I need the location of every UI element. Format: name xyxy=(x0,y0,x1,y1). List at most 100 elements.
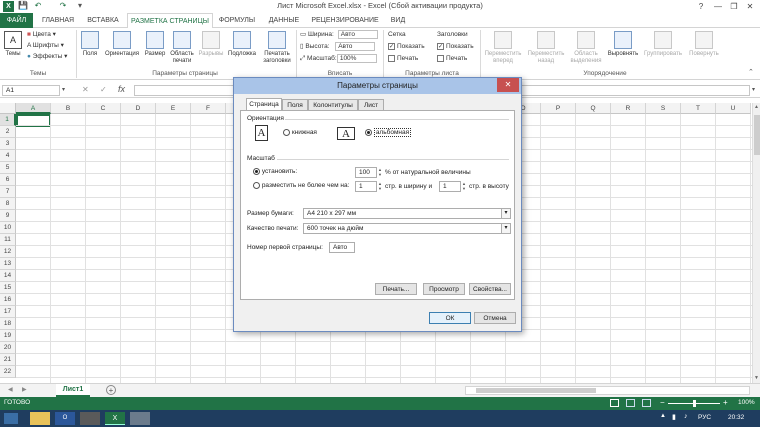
scale-set-radio[interactable]: установить: xyxy=(253,168,297,175)
column-header-d[interactable]: D xyxy=(121,103,156,114)
group-button[interactable]: Группировать xyxy=(642,31,684,58)
paper-size-select[interactable]: А4 210 x 297 мм ▾ xyxy=(303,208,511,219)
spinner-icon[interactable]: ▲ ▼ xyxy=(378,167,382,177)
spinner-icon[interactable]: ▲ ▼ xyxy=(378,181,382,191)
sheet-prev-icon[interactable]: ◀ xyxy=(8,386,13,393)
row-header-7[interactable]: 7 xyxy=(0,186,16,198)
chrome-icon[interactable] xyxy=(80,412,100,425)
column-header-e[interactable]: E xyxy=(156,103,191,114)
zoom-in-button[interactable]: + xyxy=(723,398,728,407)
scroll-down-icon[interactable]: ▼ xyxy=(754,375,759,381)
fonts-button[interactable]: A Шрифты ▾ xyxy=(27,41,64,51)
hscroll-thumb[interactable] xyxy=(476,388,596,393)
row-header-5[interactable]: 5 xyxy=(0,162,16,174)
cancel-button[interactable]: Отмена xyxy=(474,312,516,324)
scroll-thumb[interactable] xyxy=(754,115,760,155)
horizontal-scrollbar[interactable] xyxy=(465,386,750,395)
zoom-slider-thumb[interactable] xyxy=(693,400,696,407)
redo-icon[interactable]: ↷ xyxy=(58,1,68,12)
column-header-r[interactable]: R xyxy=(611,103,646,114)
clock[interactable]: 20:32 xyxy=(728,414,744,421)
spinner-icon[interactable]: ▲ ▼ xyxy=(462,181,466,191)
name-box[interactable]: A1 xyxy=(2,85,60,96)
column-header-q[interactable]: Q xyxy=(576,103,611,114)
column-header-t[interactable]: T xyxy=(681,103,716,114)
zoom-slider[interactable] xyxy=(668,400,720,407)
row-header-12[interactable]: 12 xyxy=(0,246,16,258)
bring-forward-button[interactable]: Переместить вперед xyxy=(482,31,524,65)
row-header-20[interactable]: 20 xyxy=(0,342,16,354)
row-header-17[interactable]: 17 xyxy=(0,306,16,318)
expand-formula-icon[interactable]: ▾ xyxy=(752,86,755,93)
row-header-16[interactable]: 16 xyxy=(0,294,16,306)
tab-formulas[interactable]: ФОРМУЛЫ xyxy=(216,13,258,28)
outlook-icon[interactable]: O xyxy=(55,412,75,425)
column-header-b[interactable]: B xyxy=(51,103,86,114)
gridlines-view-checkbox[interactable]: ✓ Показать xyxy=(388,42,425,52)
minimize-button[interactable]: — xyxy=(710,0,726,13)
fit-tall-input[interactable]: 1 xyxy=(439,181,461,192)
tab-insert[interactable]: ВСТАВКА xyxy=(82,13,124,28)
ok-button[interactable]: ОК xyxy=(429,312,471,324)
breaks-button[interactable]: Разрывы xyxy=(197,31,225,58)
print-button[interactable]: Печать... xyxy=(375,283,417,295)
row-header-10[interactable]: 10 xyxy=(0,222,16,234)
margins-button[interactable]: Поля xyxy=(78,31,102,58)
tab-view[interactable]: ВИД xyxy=(384,13,412,28)
headings-view-checkbox[interactable]: ✓ Показать xyxy=(437,42,474,52)
row-header-3[interactable]: 3 xyxy=(0,138,16,150)
row-header-21[interactable]: 21 xyxy=(0,354,16,366)
row-header-18[interactable]: 18 xyxy=(0,318,16,330)
preview-button[interactable]: Просмотр xyxy=(423,283,465,295)
themes-button[interactable]: A Темы xyxy=(2,31,24,58)
confirm-entry-icon[interactable]: ✓ xyxy=(100,85,107,94)
scale-control[interactable]: ⤢ Масштаб: 100% xyxy=(300,54,377,64)
explorer-icon[interactable] xyxy=(30,412,50,425)
send-backward-button[interactable]: Переместить назад xyxy=(525,31,567,65)
network-icon[interactable]: ▮ xyxy=(672,413,676,421)
restore-button[interactable]: ❐ xyxy=(726,0,742,13)
row-header-9[interactable]: 9 xyxy=(0,210,16,222)
sheet-next-icon[interactable]: ▶ xyxy=(22,386,27,393)
customize-qat-icon[interactable]: ▾ xyxy=(76,1,84,12)
scale-percent-input[interactable]: 100 xyxy=(355,167,377,178)
page-layout-view-icon[interactable] xyxy=(626,399,635,407)
first-page-input[interactable]: Авто xyxy=(329,242,355,253)
print-titles-button[interactable]: Печатать заголовки xyxy=(260,31,294,65)
column-header-c[interactable]: C xyxy=(86,103,121,114)
select-all-corner[interactable] xyxy=(0,103,16,114)
name-box-dropdown-icon[interactable]: ▾ xyxy=(62,86,65,93)
height-dropdown[interactable]: Авто xyxy=(335,42,376,51)
save-icon[interactable]: 💾 xyxy=(18,1,28,12)
row-header-1[interactable]: 1 xyxy=(0,114,16,126)
row-header-14[interactable]: 14 xyxy=(0,270,16,282)
effects-button[interactable]: ● Эффекты ▾ xyxy=(27,52,67,62)
column-header-p[interactable]: P xyxy=(541,103,576,114)
tab-home[interactable]: ГЛАВНАЯ xyxy=(36,13,80,28)
vertical-scrollbar[interactable]: ▲ ▼ xyxy=(752,103,760,383)
orientation-button[interactable]: Ориентация xyxy=(103,31,141,58)
row-header-6[interactable]: 6 xyxy=(0,174,16,186)
portrait-radio[interactable]: книжная xyxy=(283,129,317,136)
zoom-out-button[interactable]: − xyxy=(660,398,665,407)
gridlines-print-checkbox[interactable]: Печать xyxy=(388,54,418,64)
row-header-11[interactable]: 11 xyxy=(0,234,16,246)
background-button[interactable]: Подложка xyxy=(225,31,259,58)
rotate-button[interactable]: Повернуть xyxy=(685,31,723,58)
tab-page-layout[interactable]: РАЗМЕТКА СТРАНИЦЫ xyxy=(127,13,213,29)
row-header-22[interactable]: 22 xyxy=(0,366,16,378)
close-button[interactable]: ✕ xyxy=(742,0,758,13)
landscape-radio[interactable]: альбомная xyxy=(365,128,412,138)
dialog-close-icon[interactable]: ✕ xyxy=(497,78,519,92)
column-header-a[interactable]: A xyxy=(16,103,51,114)
help-button[interactable]: ? xyxy=(693,0,709,13)
selection-pane-button[interactable]: Область выделения xyxy=(568,31,604,65)
colors-button[interactable]: ■ Цвета ▾ xyxy=(27,30,56,40)
row-header-8[interactable]: 8 xyxy=(0,198,16,210)
language-indicator[interactable]: РУС xyxy=(698,414,711,421)
row-header-13[interactable]: 13 xyxy=(0,258,16,270)
insert-function-icon[interactable]: fx xyxy=(118,84,125,94)
start-button[interactable] xyxy=(4,413,18,424)
headings-print-checkbox[interactable]: Печать xyxy=(437,54,467,64)
row-header-15[interactable]: 15 xyxy=(0,282,16,294)
